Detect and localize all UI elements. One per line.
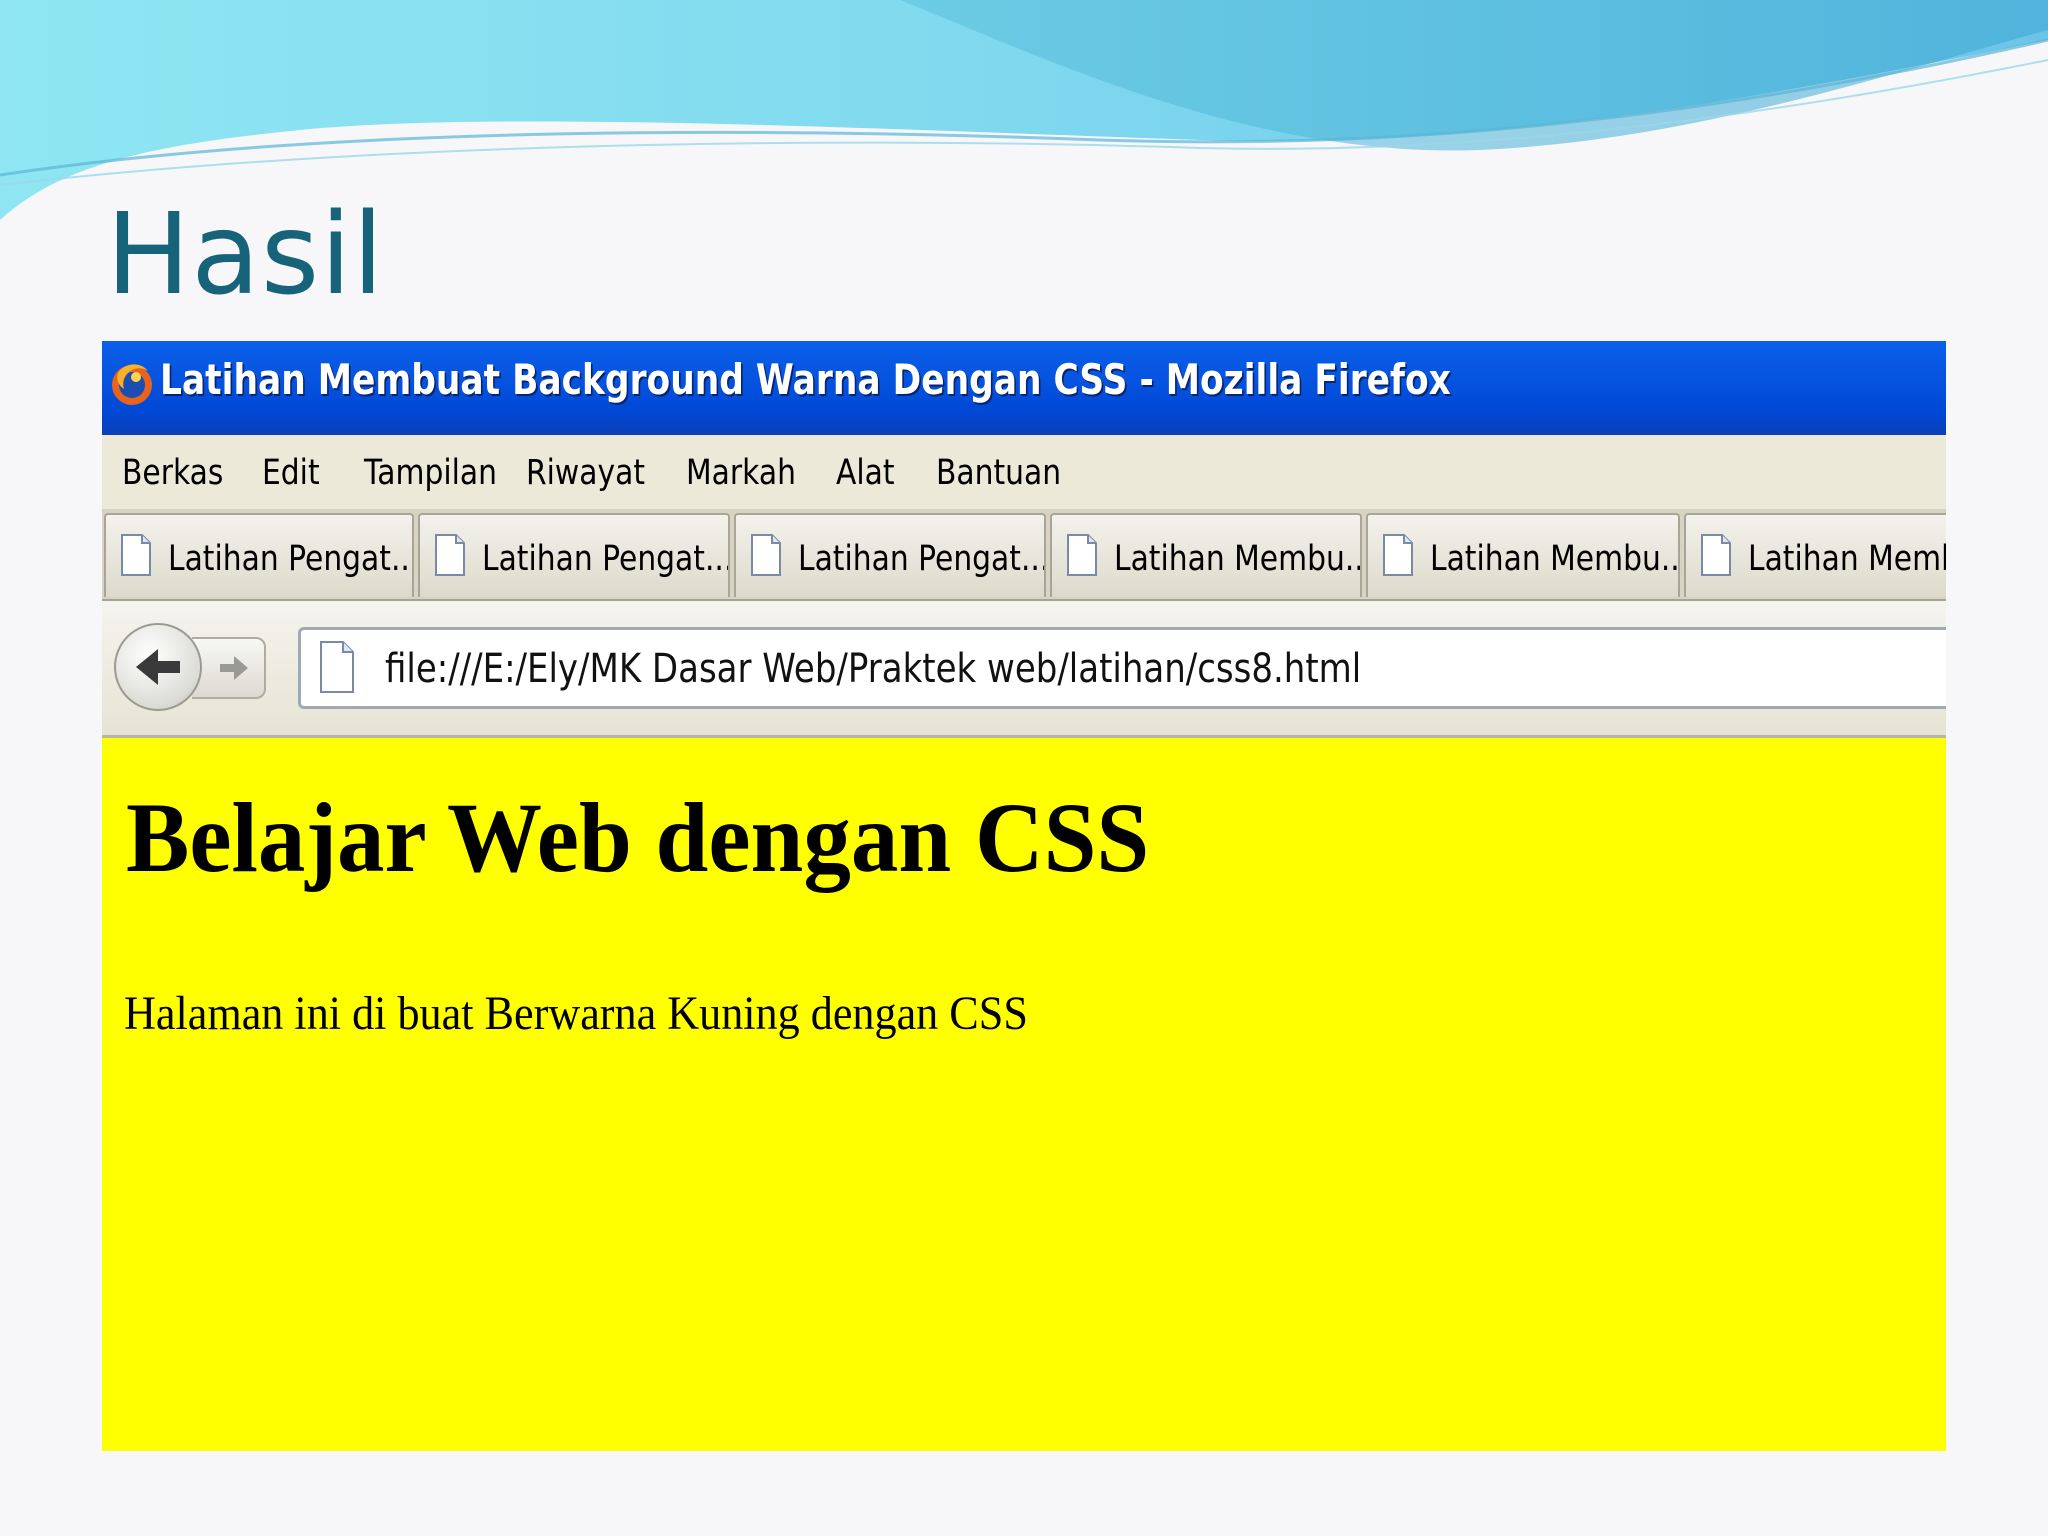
- tab-label: Latihan Membu...: [1430, 539, 1680, 579]
- tab-6[interactable]: Latihan Memb: [1684, 513, 1946, 597]
- tab-3[interactable]: Latihan Pengat...: [734, 513, 1046, 597]
- tab-label: Latihan Pengat...: [798, 539, 1046, 579]
- menu-item-bantuan[interactable]: Bantuan: [936, 453, 1061, 493]
- nav-buttons: [114, 623, 272, 713]
- page-icon: [320, 641, 354, 693]
- navigation-toolbar: file:///E:/Ely/MK Dasar Web/Praktek web/…: [102, 601, 1946, 738]
- tab-bar: Latihan Pengat... Latihan Pengat... Lati…: [102, 509, 1946, 601]
- menu-item-edit[interactable]: Edit: [262, 453, 320, 493]
- tab-4[interactable]: Latihan Membu...: [1050, 513, 1362, 597]
- tab-label: Latihan Pengat...: [482, 539, 730, 579]
- url-bar[interactable]: file:///E:/Ely/MK Dasar Web/Praktek web/…: [298, 627, 1946, 709]
- menu-item-riwayat[interactable]: Riwayat: [526, 453, 645, 493]
- firefox-icon: [112, 364, 152, 405]
- menu-item-tampilan[interactable]: Tampilan: [364, 453, 497, 493]
- menu-item-berkas[interactable]: Berkas: [122, 453, 223, 493]
- tab-1[interactable]: Latihan Pengat...: [104, 513, 414, 597]
- page-icon: [121, 534, 151, 576]
- page-icon: [751, 534, 781, 576]
- forward-button[interactable]: [192, 637, 266, 699]
- menu-bar: Berkas Edit Tampilan Riwayat Markah Alat…: [102, 435, 1946, 509]
- window-title: Latihan Membuat Background Warna Dengan …: [160, 355, 1451, 404]
- window-titlebar: Latihan Membuat Background Warna Dengan …: [102, 341, 1946, 435]
- tab-label: Latihan Memb: [1748, 539, 1946, 579]
- back-arrow-icon: [136, 649, 180, 685]
- menu-item-markah[interactable]: Markah: [686, 453, 796, 493]
- tab-5[interactable]: Latihan Membu...: [1366, 513, 1680, 597]
- page-content: Belajar Web dengan CSS Halaman ini di bu…: [102, 738, 1946, 1451]
- page-paragraph: Halaman ini di buat Berwarna Kuning deng…: [124, 987, 1028, 1040]
- page-icon: [1067, 534, 1097, 576]
- url-text: file:///E:/Ely/MK Dasar Web/Praktek web/…: [385, 646, 1362, 692]
- page-icon: [435, 534, 465, 576]
- tab-2[interactable]: Latihan Pengat...: [418, 513, 730, 597]
- back-button[interactable]: [114, 623, 202, 711]
- slide-title: Hasil: [106, 190, 385, 320]
- page-heading: Belajar Web dengan CSS: [126, 782, 1150, 893]
- browser-screenshot: Latihan Membuat Background Warna Dengan …: [102, 341, 1946, 1451]
- page-icon: [1701, 534, 1731, 576]
- page-icon: [1383, 534, 1413, 576]
- menu-item-alat[interactable]: Alat: [836, 453, 895, 493]
- tab-label: Latihan Membu...: [1114, 539, 1362, 579]
- forward-arrow-icon: [220, 656, 248, 680]
- tab-label: Latihan Pengat...: [168, 539, 414, 579]
